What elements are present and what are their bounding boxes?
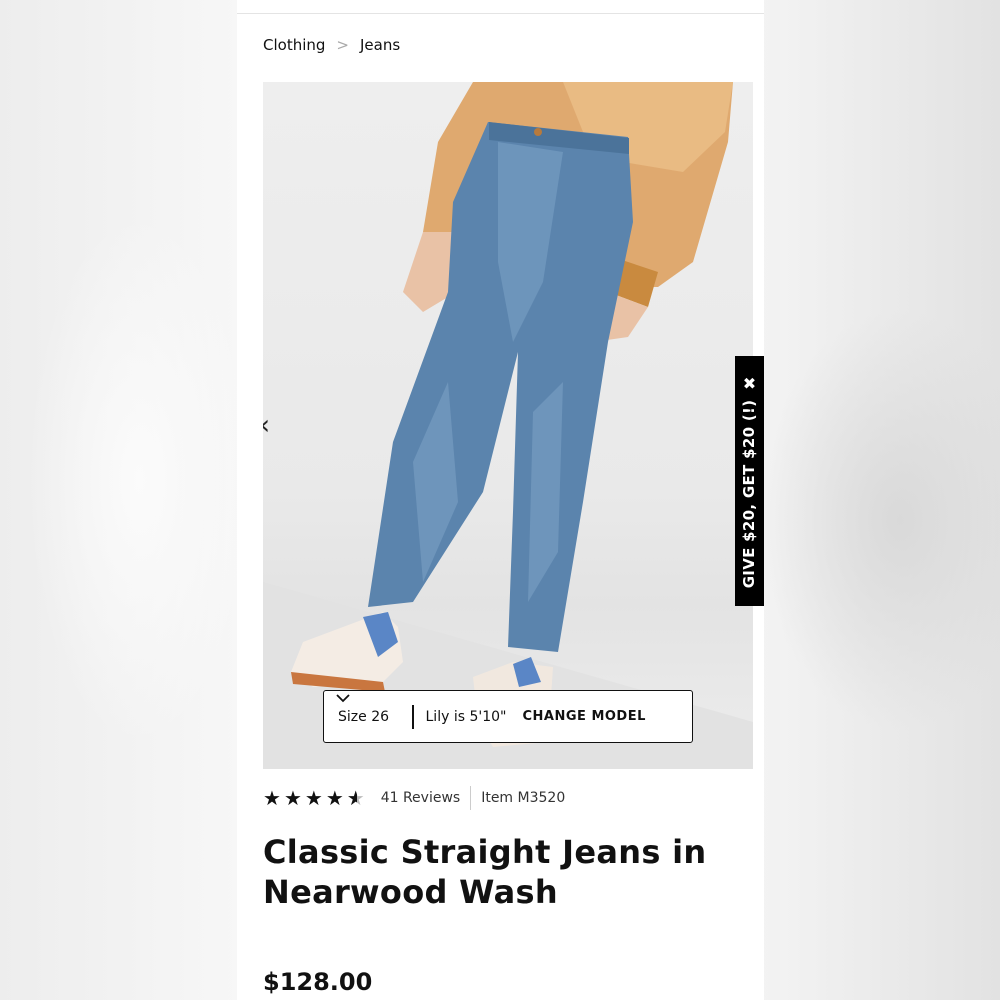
change-model-button[interactable]: CHANGE MODEL xyxy=(523,709,646,724)
rating-divider xyxy=(470,786,472,810)
model-selector[interactable]: Size 26 Lily is 5'10" CHANGE MODEL xyxy=(323,690,693,743)
referral-promo-tab[interactable]: ✖ GIVE $20, GET $20 (!) xyxy=(735,356,764,606)
product-price: $128.00 xyxy=(263,968,373,996)
star-icon: ★ xyxy=(263,786,281,810)
model-size-label: Size 26 xyxy=(338,708,390,725)
star-icon: ★ xyxy=(325,786,344,810)
promo-text: GIVE $20, GET $20 (!) xyxy=(740,399,758,589)
breadcrumb: Clothing > Jeans xyxy=(263,36,400,54)
model-height-label: Lily is 5'10" xyxy=(425,708,507,725)
product-page: Clothing > Jeans Size 26 Lily is 5'10" C… xyxy=(237,0,764,1000)
previous-image-arrow-icon[interactable]: ‹ xyxy=(263,408,277,442)
half-star-icon: ★ xyxy=(346,786,365,810)
close-icon[interactable]: ✖ xyxy=(735,374,764,393)
product-title: Classic Straight Jeans in Nearwood Wash xyxy=(263,833,707,911)
item-number: Item M3520 xyxy=(481,790,566,806)
model-bar-divider xyxy=(412,704,414,729)
star-rating[interactable]: ★ ★ ★ ★ ★ xyxy=(263,787,365,809)
rating-row: ★ ★ ★ ★ ★ 41 Reviews Item M3520 xyxy=(263,786,565,810)
breadcrumb-clothing[interactable]: Clothing xyxy=(263,36,325,54)
breadcrumb-jeans[interactable]: Jeans xyxy=(360,36,400,54)
star-icon: ★ xyxy=(283,786,302,810)
reviews-link[interactable]: 41 Reviews xyxy=(381,790,461,806)
jeans-photo-illustration xyxy=(263,82,753,769)
product-image[interactable]: ‹ Size 26 Lily is 5'10" CHANGE MODEL xyxy=(263,82,753,769)
star-icon: ★ xyxy=(304,786,323,810)
header-divider xyxy=(237,13,764,14)
chevron-down-icon[interactable] xyxy=(336,691,350,705)
chevron-right-icon: > xyxy=(336,36,349,54)
